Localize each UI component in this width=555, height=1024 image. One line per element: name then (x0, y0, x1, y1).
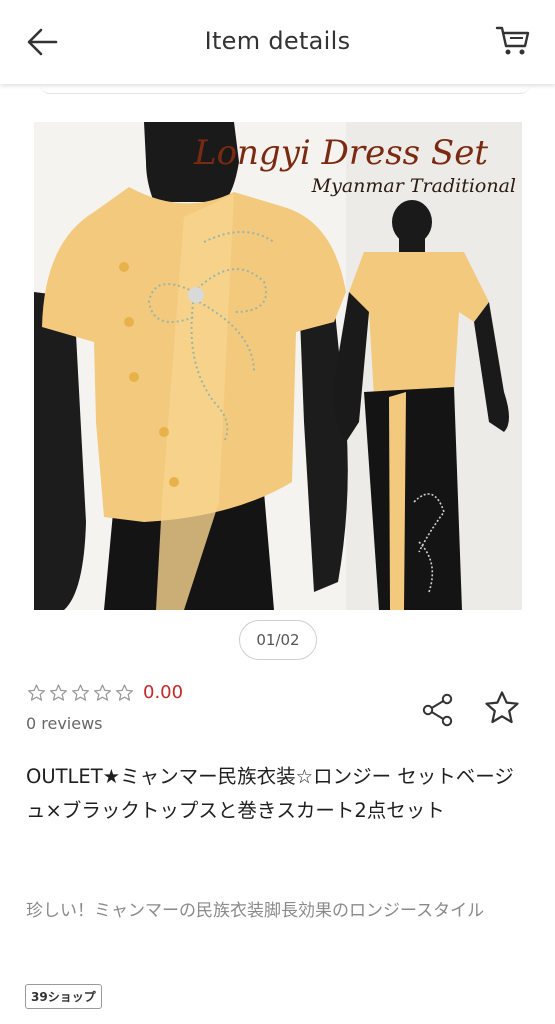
shop-badge[interactable]: 39ショップ (25, 984, 102, 1009)
header-divider (40, 84, 530, 94)
rating-row: 0.00 (26, 682, 183, 703)
image-pager: 01/02 (239, 620, 317, 660)
banner-subtitle: Myanmar Traditional (311, 175, 516, 197)
page-title: Item details (204, 27, 351, 55)
product-description: 珍しい！ミャンマーの民族衣装脚長効果のロンジースタイル (26, 901, 485, 921)
cart-icon[interactable] (493, 20, 533, 60)
star-outline-icon (49, 683, 68, 701)
review-count[interactable]: 0 reviews (26, 714, 103, 733)
banner-title: Longyi Dress Set (193, 133, 488, 173)
favorite-star-icon[interactable] (482, 688, 522, 728)
arrow-left-icon[interactable] (22, 22, 62, 62)
product-image-gallery[interactable]: Longyi Dress Set Myanmar Traditional (34, 122, 522, 610)
rating-stars (26, 683, 135, 703)
star-outline-icon (115, 683, 134, 701)
star-outline-icon (71, 683, 90, 701)
star-outline-icon (93, 683, 112, 701)
share-icon[interactable] (418, 690, 458, 730)
star-outline-icon (27, 683, 46, 701)
product-title: OUTLET★ミャンマー民族衣装☆ロンジー セットベージュ×ブラックトップスと巻… (26, 765, 514, 822)
app-header: Item details (0, 0, 555, 84)
rating-value: 0.00 (143, 682, 184, 703)
product-image: Longyi Dress Set Myanmar Traditional (34, 122, 522, 610)
